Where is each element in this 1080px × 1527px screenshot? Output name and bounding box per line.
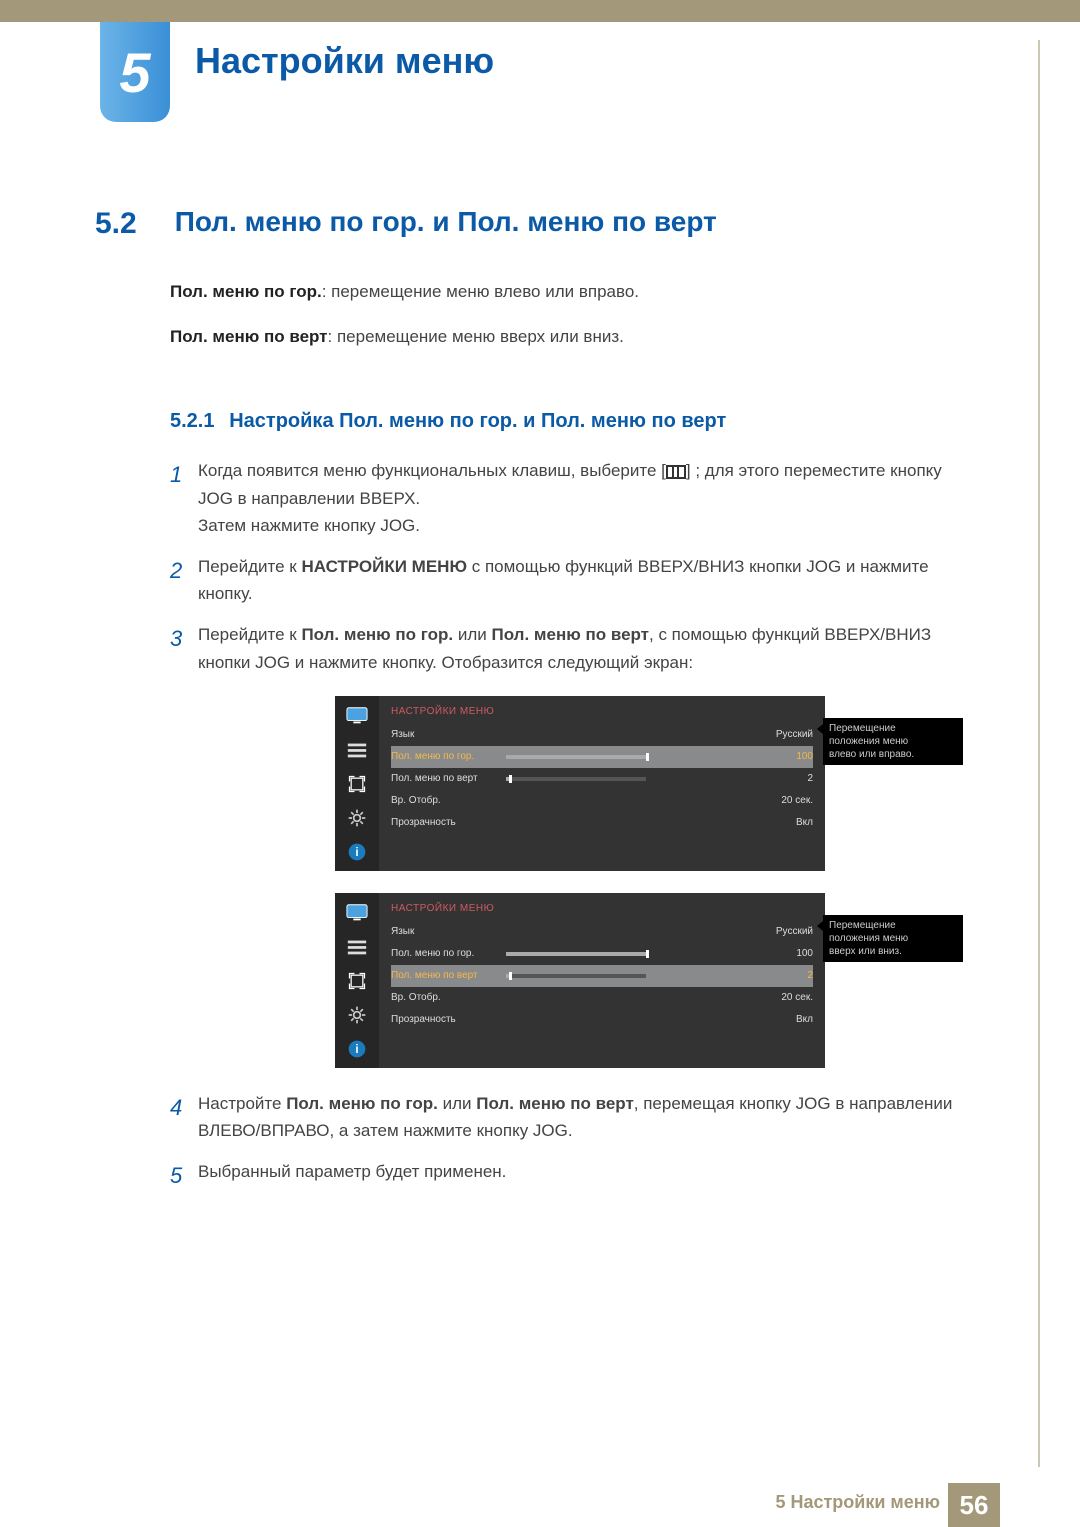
step-num-1: 1 [170, 457, 198, 539]
osd-screen-hpos: i НАСТРОЙКИ МЕНЮ ЯзыкРусский Пол. меню п… [335, 696, 825, 871]
svg-text:i: i [355, 1043, 358, 1056]
osd-row-trans: ПрозрачностьВкл [391, 812, 813, 834]
gear-icon [345, 808, 369, 828]
osd-screen-vpos: i НАСТРОЙКИ МЕНЮ ЯзыкРусский Пол. меню п… [335, 893, 825, 1068]
osd-row-hpos-selected: Пол. меню по гор.100 [391, 746, 813, 768]
osd-row-hpos: Пол. меню по гор.100 [391, 943, 813, 965]
para-vpos: Пол. меню по верт: перемещение меню ввер… [170, 323, 965, 350]
step-2: 2 Перейдите к НАСТРОЙКИ МЕНЮ с помощью ф… [170, 553, 965, 607]
svg-text:i: i [355, 846, 358, 859]
para-hpos: Пол. меню по гор.: перемещение меню влев… [170, 278, 965, 305]
subsection-number: 5.2.1 [170, 410, 214, 432]
footer-page: 56 [948, 1483, 1000, 1527]
osd-row-time: Вр. Отобр.20 сек. [391, 790, 813, 812]
osd-row-vpos: Пол. меню по верт2 [391, 768, 813, 790]
step-num-3: 3 [170, 621, 198, 675]
monitor-icon [345, 706, 369, 726]
resize-icon [345, 774, 369, 794]
step-4-text: Настройте Пол. меню по гор. или Пол. мен… [198, 1090, 965, 1144]
osd-header: НАСТРОЙКИ МЕНЮ [391, 901, 813, 917]
osd-figures: i НАСТРОЙКИ МЕНЮ ЯзыкРусский Пол. меню п… [335, 696, 965, 1068]
chapter-title: Настройки меню [195, 40, 494, 82]
section-header: 5.2 Пол. меню по гор. и Пол. меню по вер… [95, 200, 965, 248]
monitor-icon [345, 903, 369, 923]
section-title: Пол. меню по гор. и Пол. меню по верт [175, 206, 717, 237]
list-icon [345, 937, 369, 957]
osd-body: НАСТРОЙКИ МЕНЮ ЯзыкРусский Пол. меню по … [379, 696, 825, 871]
osd-body: НАСТРОЙКИ МЕНЮ ЯзыкРусский Пол. меню по … [379, 893, 825, 1068]
para-hpos-bold: Пол. меню по гор. [170, 282, 322, 301]
step-1-text: Когда появится меню функциональных клави… [198, 457, 965, 539]
subsection-header: 5.2.1 Настройка Пол. меню по гор. и Пол.… [95, 405, 965, 437]
footer: 5 Настройки меню 56 [0, 1483, 1080, 1527]
menu-icon [666, 465, 686, 479]
chapter-number: 5 [119, 40, 150, 105]
section-number: 5.2 [95, 200, 170, 248]
step-5-text: Выбранный параметр будет применен. [198, 1158, 965, 1193]
list-icon [345, 740, 369, 760]
step-5: 5 Выбранный параметр будет применен. [170, 1158, 965, 1193]
step-num-4: 4 [170, 1090, 198, 1144]
steps-list-cont: 4 Настройте Пол. меню по гор. или Пол. м… [170, 1090, 965, 1194]
top-bar [0, 0, 1080, 22]
osd-row-lang: ЯзыкРусский [391, 724, 813, 746]
tooltip-hpos: Перемещениеположения менювлево или вправ… [823, 718, 963, 765]
info-icon: i [345, 1039, 369, 1059]
tooltip-vpos: Перемещениеположения менювверх или вниз. [823, 915, 963, 962]
steps-list: 1 Когда появится меню функциональных кла… [170, 457, 965, 675]
para-vpos-text: : перемещение меню вверх или вниз. [328, 327, 624, 346]
osd-icon-bar: i [335, 893, 379, 1068]
step-4: 4 Настройте Пол. меню по гор. или Пол. м… [170, 1090, 965, 1144]
footer-label: 5 Настройки меню [775, 1492, 940, 1513]
osd-row-time: Вр. Отобр.20 сек. [391, 987, 813, 1009]
para-hpos-text: : перемещение меню влево или вправо. [322, 282, 639, 301]
step-num-2: 2 [170, 553, 198, 607]
slider-bar [506, 777, 646, 781]
chapter-tab: 5 [100, 22, 170, 122]
slider-bar [506, 974, 646, 978]
para-vpos-bold: Пол. меню по верт [170, 327, 328, 346]
side-line [1038, 40, 1040, 1467]
subsection-title: Настройка Пол. меню по гор. и Пол. меню … [229, 410, 726, 432]
resize-icon [345, 971, 369, 991]
osd-row-trans: ПрозрачностьВкл [391, 1009, 813, 1031]
osd-header: НАСТРОЙКИ МЕНЮ [391, 704, 813, 720]
step-1: 1 Когда появится меню функциональных кла… [170, 457, 965, 539]
step-3: 3 Перейдите к Пол. меню по гор. или Пол.… [170, 621, 965, 675]
content: 5.2 Пол. меню по гор. и Пол. меню по вер… [95, 200, 965, 1193]
gear-icon [345, 1005, 369, 1025]
step-2-text: Перейдите к НАСТРОЙКИ МЕНЮ с помощью фун… [198, 553, 965, 607]
slider-bar [506, 952, 646, 956]
slider-bar [506, 755, 646, 759]
step-3-text: Перейдите к Пол. меню по гор. или Пол. м… [198, 621, 965, 675]
osd-icon-bar: i [335, 696, 379, 871]
osd-row-vpos-selected: Пол. меню по верт2 [391, 965, 813, 987]
info-icon: i [345, 842, 369, 862]
osd-row-lang: ЯзыкРусский [391, 921, 813, 943]
step-num-5: 5 [170, 1158, 198, 1193]
